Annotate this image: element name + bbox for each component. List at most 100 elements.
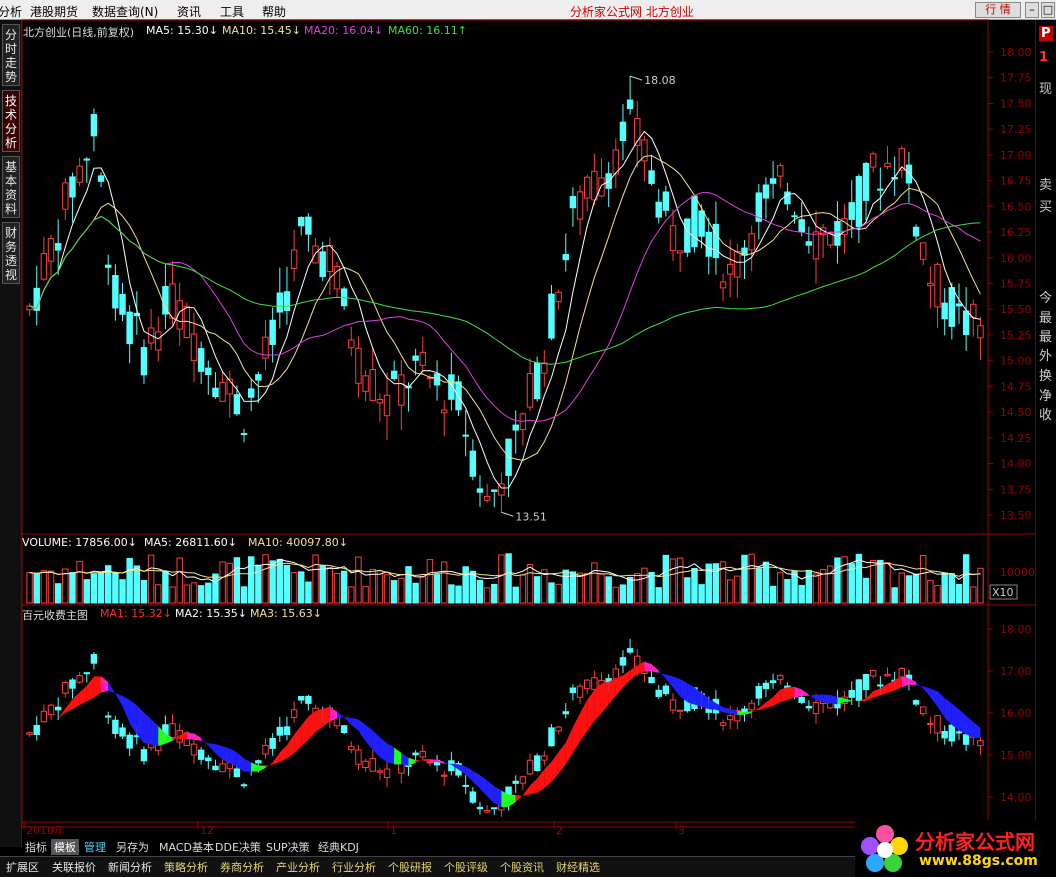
candle-body bbox=[662, 191, 670, 211]
indicator-ribbon bbox=[465, 766, 473, 782]
ind-candle-body bbox=[626, 648, 634, 653]
bar-extend[interactable]: 扩展区 bbox=[6, 859, 39, 875]
volume-bar bbox=[641, 567, 648, 604]
ind-ma2-label: MA2: 15.35↓ bbox=[175, 607, 247, 620]
bar-strategy[interactable]: 策略分析 bbox=[164, 859, 208, 875]
ind-candle-body bbox=[948, 724, 956, 742]
volume-bar bbox=[512, 586, 519, 604]
ind-ma3-label: MA3: 15.63↓ bbox=[250, 607, 322, 620]
bar-related-quotes[interactable]: 关联报价 bbox=[52, 859, 96, 875]
candle-body bbox=[483, 495, 491, 501]
ind-candle-body bbox=[583, 679, 591, 690]
indicator-ribbon bbox=[51, 718, 59, 721]
volume-bar bbox=[626, 576, 634, 604]
indicator-ribbon bbox=[115, 692, 123, 707]
volume-bar bbox=[26, 572, 33, 604]
ind-candle-body bbox=[412, 752, 419, 756]
ind-candle-body bbox=[126, 734, 133, 749]
volume-bar bbox=[648, 571, 655, 604]
indicator-ribbon bbox=[544, 761, 552, 789]
ind-candle-body bbox=[369, 758, 376, 772]
candle-body bbox=[319, 251, 326, 278]
indicator-ribbon bbox=[808, 694, 816, 700]
volume-bar bbox=[955, 583, 963, 604]
indicator-ribbon bbox=[315, 708, 323, 732]
volume-bar bbox=[190, 582, 198, 604]
ind-candle-body bbox=[920, 706, 927, 715]
indicator-ribbon bbox=[151, 719, 159, 747]
volume-bar bbox=[76, 560, 83, 604]
tab-manage[interactable]: 管理 bbox=[81, 839, 109, 855]
indicator-tick-label: 14.00 bbox=[1000, 791, 1032, 804]
price-tick-label: 16.75 bbox=[1000, 175, 1032, 188]
volume-bar bbox=[498, 554, 505, 604]
ind-candle-body bbox=[719, 722, 727, 726]
candle-body bbox=[598, 177, 605, 197]
ind-candle-body bbox=[955, 731, 963, 734]
indicator-ribbon bbox=[65, 699, 73, 713]
candle-body bbox=[83, 158, 90, 161]
indicator-tick-label: 16.00 bbox=[1000, 707, 1032, 720]
volume-bar bbox=[583, 572, 591, 604]
volume-bar bbox=[226, 562, 233, 604]
flower-logo-icon bbox=[861, 825, 908, 872]
ind-candle-body bbox=[476, 806, 484, 810]
tab-template[interactable]: 模板 bbox=[51, 839, 79, 855]
bar-rating[interactable]: 个股评级 bbox=[444, 859, 488, 875]
candle-body bbox=[626, 99, 634, 110]
indicator-ribbon bbox=[530, 778, 538, 795]
candle-body bbox=[569, 196, 577, 209]
volume-bar bbox=[197, 585, 205, 604]
volume-bar bbox=[834, 557, 841, 604]
candle-body bbox=[862, 162, 870, 201]
candle-body bbox=[884, 162, 891, 168]
bar-sector[interactable]: 行业分析 bbox=[332, 859, 376, 875]
candle-body bbox=[941, 302, 948, 320]
kline-chart[interactable]: 18.00 17.75 17.50 17.25 17.00 16.75 16.50 16.25… bbox=[0, 0, 1056, 877]
tab-dde[interactable]: DDE决策 bbox=[212, 839, 264, 855]
candle-body bbox=[326, 244, 334, 273]
indicator-title: 百元收费主图 bbox=[22, 609, 88, 622]
indicator-ribbon bbox=[801, 689, 809, 696]
candle-body bbox=[476, 488, 484, 493]
ind-candle-body bbox=[548, 727, 555, 747]
ind-candle-body bbox=[748, 702, 755, 711]
indicator-ribbon bbox=[508, 794, 516, 807]
indicator-ribbon bbox=[415, 759, 423, 763]
candle-body bbox=[512, 424, 519, 431]
candle-body bbox=[62, 182, 69, 210]
bar-broker[interactable]: 券商分析 bbox=[220, 859, 264, 875]
tab-macd[interactable]: MACD基本 bbox=[156, 839, 217, 855]
ind-candle-body bbox=[755, 686, 763, 699]
bar-research[interactable]: 个股研报 bbox=[388, 859, 432, 875]
indicator-ribbon bbox=[494, 786, 502, 807]
ind-candle-body bbox=[69, 679, 76, 689]
indicator-ribbon bbox=[765, 696, 774, 709]
bar-news-analysis[interactable]: 新闻分析 bbox=[108, 859, 152, 875]
ind-candle-body bbox=[848, 690, 855, 698]
volume-bar bbox=[548, 582, 555, 604]
volume-bar bbox=[920, 554, 927, 604]
candle-body bbox=[905, 164, 913, 184]
ind-candle-body bbox=[483, 809, 491, 813]
bar-finance-picks[interactable]: 财经精选 bbox=[556, 859, 600, 875]
tab-indicator[interactable]: 指标 bbox=[22, 839, 50, 855]
volume-bar bbox=[483, 587, 491, 604]
candle-body bbox=[190, 333, 198, 362]
bar-stock-news[interactable]: 个股资讯 bbox=[500, 859, 544, 875]
volume-bar bbox=[734, 575, 741, 604]
indicator-tick-label: 18.00 bbox=[1000, 623, 1032, 636]
indicator-ribbon bbox=[208, 743, 216, 754]
tab-kdj[interactable]: 经典KDJ bbox=[315, 839, 362, 855]
bar-industry-chain[interactable]: 产业分析 bbox=[276, 859, 320, 875]
volume-bar bbox=[419, 575, 427, 604]
ind-candle-body bbox=[112, 719, 119, 734]
volume-bar bbox=[348, 586, 355, 604]
tab-sup[interactable]: SUP决策 bbox=[263, 839, 313, 855]
candle-body bbox=[240, 433, 248, 436]
tab-save-as[interactable]: 另存为 bbox=[113, 839, 152, 855]
vol-ma10-label: MA10: 40097.80↓ bbox=[248, 536, 348, 549]
volume-bar bbox=[655, 587, 662, 604]
indicator-ribbon bbox=[408, 757, 416, 766]
candle-body bbox=[255, 374, 262, 381]
